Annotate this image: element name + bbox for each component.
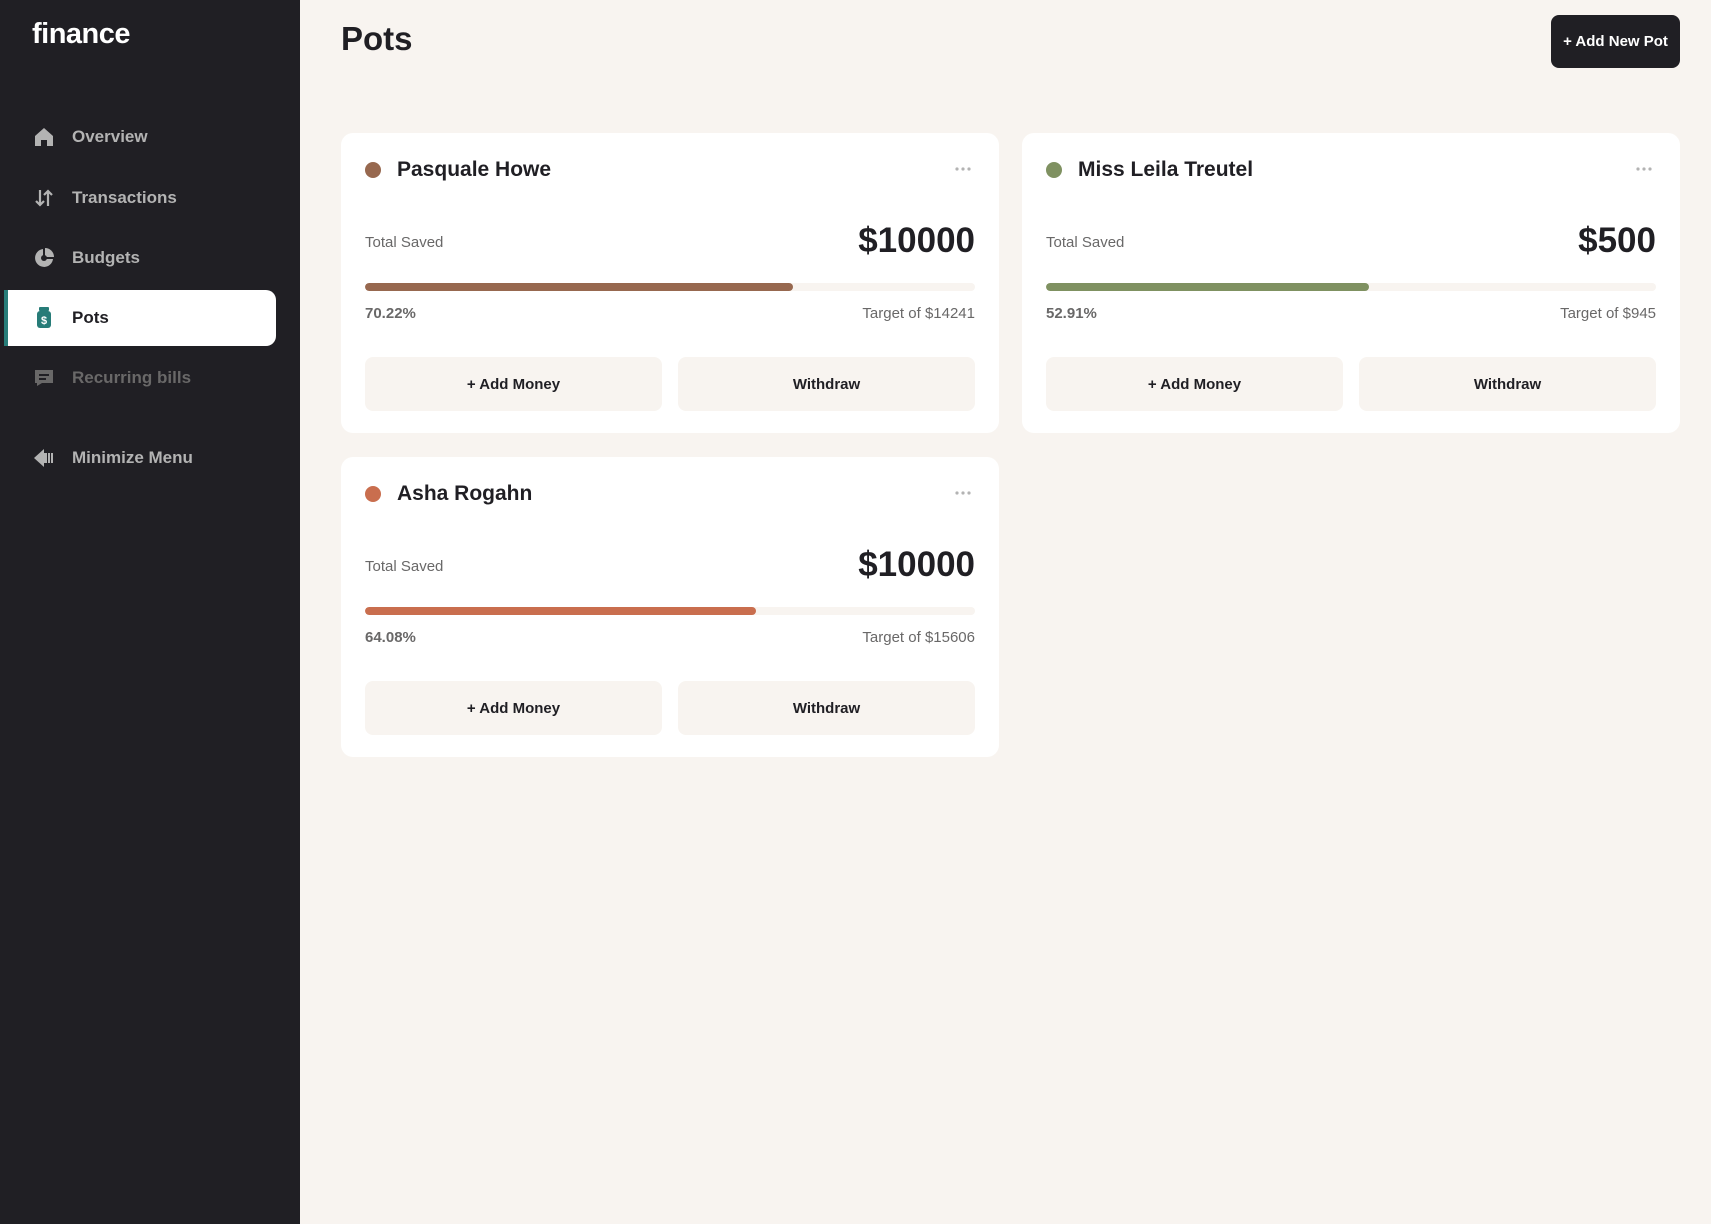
- withdraw-button[interactable]: Withdraw: [678, 357, 975, 411]
- pot-card-header: Asha Rogahn: [365, 479, 975, 509]
- progress-percent: 52.91%: [1046, 305, 1097, 322]
- page-title: Pots: [341, 20, 413, 57]
- pie-chart-icon: [32, 246, 56, 270]
- arrows-updown-icon: [32, 186, 56, 210]
- target-amount: Target of $14241: [862, 305, 975, 322]
- sidebar-item-pots[interactable]: $ Pots: [4, 290, 276, 346]
- more-options-icon[interactable]: [1632, 159, 1656, 179]
- progress-fill: [365, 607, 756, 615]
- pot-card-header: Miss Leila Treutel: [1046, 155, 1656, 185]
- total-saved-amount: $10000: [858, 545, 975, 584]
- total-saved-label: Total Saved: [365, 558, 444, 575]
- pot-card-header: Pasquale Howe: [365, 155, 975, 185]
- progress-track: [1046, 283, 1656, 291]
- sidebar: finance Overview Transactions Budgets $ …: [0, 0, 300, 1224]
- app-logo: finance: [32, 18, 131, 50]
- add-money-button[interactable]: + Add Money: [365, 681, 662, 735]
- jar-icon: $: [32, 306, 56, 330]
- sidebar-item-transactions[interactable]: Transactions: [4, 170, 276, 226]
- progress-percent: 70.22%: [365, 305, 416, 322]
- add-new-pot-button[interactable]: + Add New Pot: [1551, 15, 1680, 68]
- progress-fill: [365, 283, 794, 291]
- minimize-menu-label: Minimize Menu: [72, 448, 193, 467]
- minimize-arrow-icon: [32, 446, 56, 470]
- total-saved-label: Total Saved: [365, 234, 444, 251]
- pot-color-dot: [365, 162, 381, 178]
- progress-fill: [1046, 283, 1369, 291]
- add-money-button[interactable]: + Add Money: [1046, 357, 1343, 411]
- progress-percent: 64.08%: [365, 629, 416, 646]
- home-icon: [32, 125, 56, 149]
- target-amount: Target of $15606: [862, 629, 975, 646]
- total-saved-amount: $500: [1578, 221, 1656, 260]
- progress-track: [365, 607, 975, 615]
- more-options-icon[interactable]: [951, 483, 975, 503]
- minimize-menu-button[interactable]: Minimize Menu: [4, 430, 276, 486]
- receipt-icon: [32, 366, 56, 390]
- pot-name: Asha Rogahn: [397, 482, 533, 505]
- sidebar-item-recurring-bills[interactable]: Recurring bills: [4, 350, 276, 406]
- sidebar-item-label: Overview: [72, 127, 148, 146]
- sidebar-item-budgets[interactable]: Budgets: [4, 230, 276, 286]
- pot-color-dot: [365, 486, 381, 502]
- progress-track: [365, 283, 975, 291]
- target-amount: Target of $945: [1560, 305, 1656, 322]
- app-root: finance Overview Transactions Budgets $ …: [0, 0, 1711, 1224]
- pot-card: Pasquale Howe Total Saved $10000 70.22% …: [341, 133, 999, 433]
- sidebar-item-label: Recurring bills: [72, 368, 192, 387]
- add-money-button[interactable]: + Add Money: [365, 357, 662, 411]
- sidebar-item-overview[interactable]: Overview: [4, 109, 276, 165]
- withdraw-button[interactable]: Withdraw: [1359, 357, 1656, 411]
- sidebar-item-label: Transactions: [72, 188, 177, 207]
- pot-name: Pasquale Howe: [397, 158, 552, 181]
- more-options-icon[interactable]: [951, 159, 975, 179]
- total-saved-label: Total Saved: [1046, 234, 1125, 251]
- pot-card: Asha Rogahn Total Saved $10000 64.08% Ta…: [341, 457, 999, 757]
- total-saved-amount: $10000: [858, 221, 975, 260]
- withdraw-button[interactable]: Withdraw: [678, 681, 975, 735]
- pot-name: Miss Leila Treutel: [1078, 158, 1254, 181]
- sidebar-item-label: Budgets: [72, 248, 140, 267]
- sidebar-item-label: Pots: [72, 308, 109, 327]
- pot-color-dot: [1046, 162, 1062, 178]
- pot-card: Miss Leila Treutel Total Saved $500 52.9…: [1022, 133, 1680, 433]
- svg-text:$: $: [41, 315, 47, 327]
